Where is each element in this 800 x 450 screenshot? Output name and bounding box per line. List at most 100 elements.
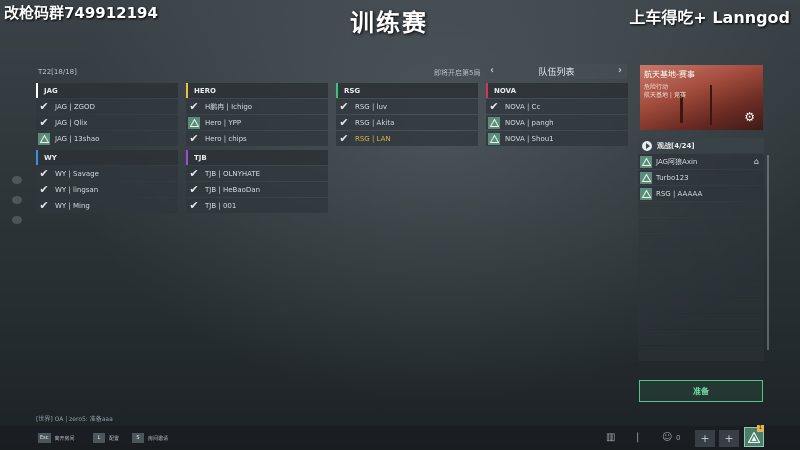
divider: | [636,432,640,443]
player-count: 0 [676,434,681,442]
team-panel-hero: HERO ✔ H鹏冉 | Ichigo Hero | YPP ✔ Hero | ch… [186,83,328,146]
member-name: RSG | LAN [355,134,391,143]
chevron-right-icon[interactable]: › [618,65,622,76]
spectator-row[interactable]: RSG | AAAAA [638,186,764,201]
check-icon: ✔ [39,116,49,129]
team-panel-jag: JAG ✔ JAG | ZGOD ✔ JAG | Qlix JAG | 13shao [36,83,178,146]
team-panel-nova: NOVA ✔ NOVA | Cc NOVA | pangh NOVA | Shou… [486,83,628,146]
team-panel-rsg: RSG ✔ RSG | luv ✔ RSG | Akita ✔ RSG | LAN [336,83,478,146]
team-list-header[interactable]: ‹ 队伍列表 › [486,64,627,79]
empty-slot [638,330,764,345]
triangle-icon [638,187,654,200]
gear-icon[interactable]: ⚙ [744,110,755,124]
check-icon: ✔ [189,100,199,113]
member-name: RSG | Akita [355,118,395,127]
team-member[interactable]: ✔ JAG | ZGOD [36,99,178,114]
team-header: HERO [186,83,328,98]
member-name: TJB | OLNYHATE [205,169,261,178]
key-label: Esc [38,433,51,443]
empty-slot [638,234,764,249]
team-panel-tjb: TJB ✔ TJB | OLNYHATE ✔ TJB | HeBaoDan ✔ TJB… [186,150,328,213]
map-decoration [710,85,712,125]
empty-slot [638,218,764,233]
check-icon: ✔ [339,116,349,129]
hint-leave-room[interactable]: Esc 离开房间 [38,433,75,443]
chevron-left-icon[interactable]: ‹ [490,65,494,76]
stats-icon[interactable]: ▥ [606,432,615,443]
team-member-self[interactable]: ✔ RSG | LAN [336,131,478,146]
team-header: RSG [336,83,478,98]
triangle-icon [638,171,654,184]
next-round-label: 即将开启第5局 [434,69,481,77]
page-title: 训练赛 [350,9,428,37]
check-icon: ✔ [189,199,199,212]
hint-invite[interactable]: S 房间邀请 [132,433,168,443]
check-icon: ✔ [39,183,49,196]
event-map: 航天基地 | 竞赛 [644,92,686,99]
member-name: RSG | luv [355,102,388,111]
spectator-name: JAG阿狼Axin [656,157,698,166]
spectate-panel: 观战[4/24] JAG阿狼Axin ⌂ Turbo123 RSG | AAAA… [638,138,769,364]
team-member[interactable]: ✔ RSG | luv [336,99,478,114]
hint-label: 房间邀请 [148,435,169,442]
spectator-row[interactable]: Turbo123 [638,170,764,185]
team-member[interactable]: ✔ WY | lingsan [36,182,178,197]
member-name: WY | Savage [55,169,99,178]
play-icon [642,140,652,151]
spectator-row[interactable]: JAG阿狼Axin ⌂ [638,154,764,169]
spectator-name: RSG | AAAAA [656,189,703,198]
check-icon: ✔ [189,132,199,145]
check-icon: ✔ [489,100,499,113]
hint-label: 离开房间 [54,435,75,442]
add-icon[interactable]: + [695,430,715,447]
team-member[interactable]: ✔ TJB | 001 [186,198,328,213]
member-name: JAG | Qlix [55,118,88,127]
left-side-icons [12,176,22,236]
team-member[interactable]: ✔ TJB | OLNYHATE [186,166,328,181]
member-name: TJB | HeBaoDan [205,185,261,194]
member-name: JAG | 13shao [55,134,100,143]
empty-slot [638,250,764,265]
team-panel-wy: WY ✔ WY | Savage ✔ WY | lingsan ✔ WY | Ming [36,150,178,213]
check-icon: ✔ [39,199,49,212]
team-member[interactable]: ✔ JAG | Qlix [36,115,178,130]
team-member[interactable]: NOVA | Shou1 [486,131,628,146]
empty-slot [638,346,764,361]
check-icon: ✔ [339,100,349,113]
players-icon[interactable]: ☺ [662,432,672,443]
team-list-title: 队伍列表 [538,68,575,78]
event-map-card[interactable]: 航天基地-赛事 危险行动 航天基地 | 竞赛 ⚙ [640,65,763,130]
team-name: WY [44,153,57,162]
round-label: T22[18/18] [38,68,77,76]
team-member[interactable]: Hero | YPP [186,115,328,130]
team-member[interactable]: NOVA | pangh [486,115,628,130]
spectate-scrollbar[interactable] [767,155,769,350]
check-icon: ✔ [39,100,49,113]
add-icon[interactable]: + [719,430,739,447]
member-name: WY | Ming [55,201,90,210]
team-header: NOVA [486,83,628,98]
event-title: 航天基地-赛事 [644,70,695,79]
member-name: TJB | 001 [205,201,237,210]
team-member[interactable]: ✔ WY | Savage [36,166,178,181]
member-name: Hero | chips [205,134,247,143]
team-member[interactable]: ✔ WY | Ming [36,198,178,213]
team-member[interactable]: ✔ TJB | HeBaoDan [186,182,328,197]
team-member[interactable]: ✔ NOVA | Cc [486,99,628,114]
hint-config[interactable]: L 配置 [93,433,119,443]
team-name: NOVA [494,86,516,95]
empty-slot [638,314,764,329]
ready-button[interactable]: 准备 [639,380,763,402]
member-name: H鹏冉 | Ichigo [205,102,253,111]
team-member[interactable]: JAG | 13shao [36,131,178,146]
member-name: JAG | ZGOD [55,102,95,111]
hint-label: 配置 [109,435,120,442]
team-member[interactable]: ✔ Hero | chips [186,131,328,146]
team-member[interactable]: ✔ RSG | Akita [336,115,478,130]
empty-slot [638,282,764,297]
spectate-header: 观战[4/24] [638,138,764,153]
check-icon: ✔ [39,167,49,180]
team-member[interactable]: ✔ H鹏冉 | Ichigo [186,99,328,114]
empty-slot [638,266,764,281]
triangle-icon [638,155,654,168]
